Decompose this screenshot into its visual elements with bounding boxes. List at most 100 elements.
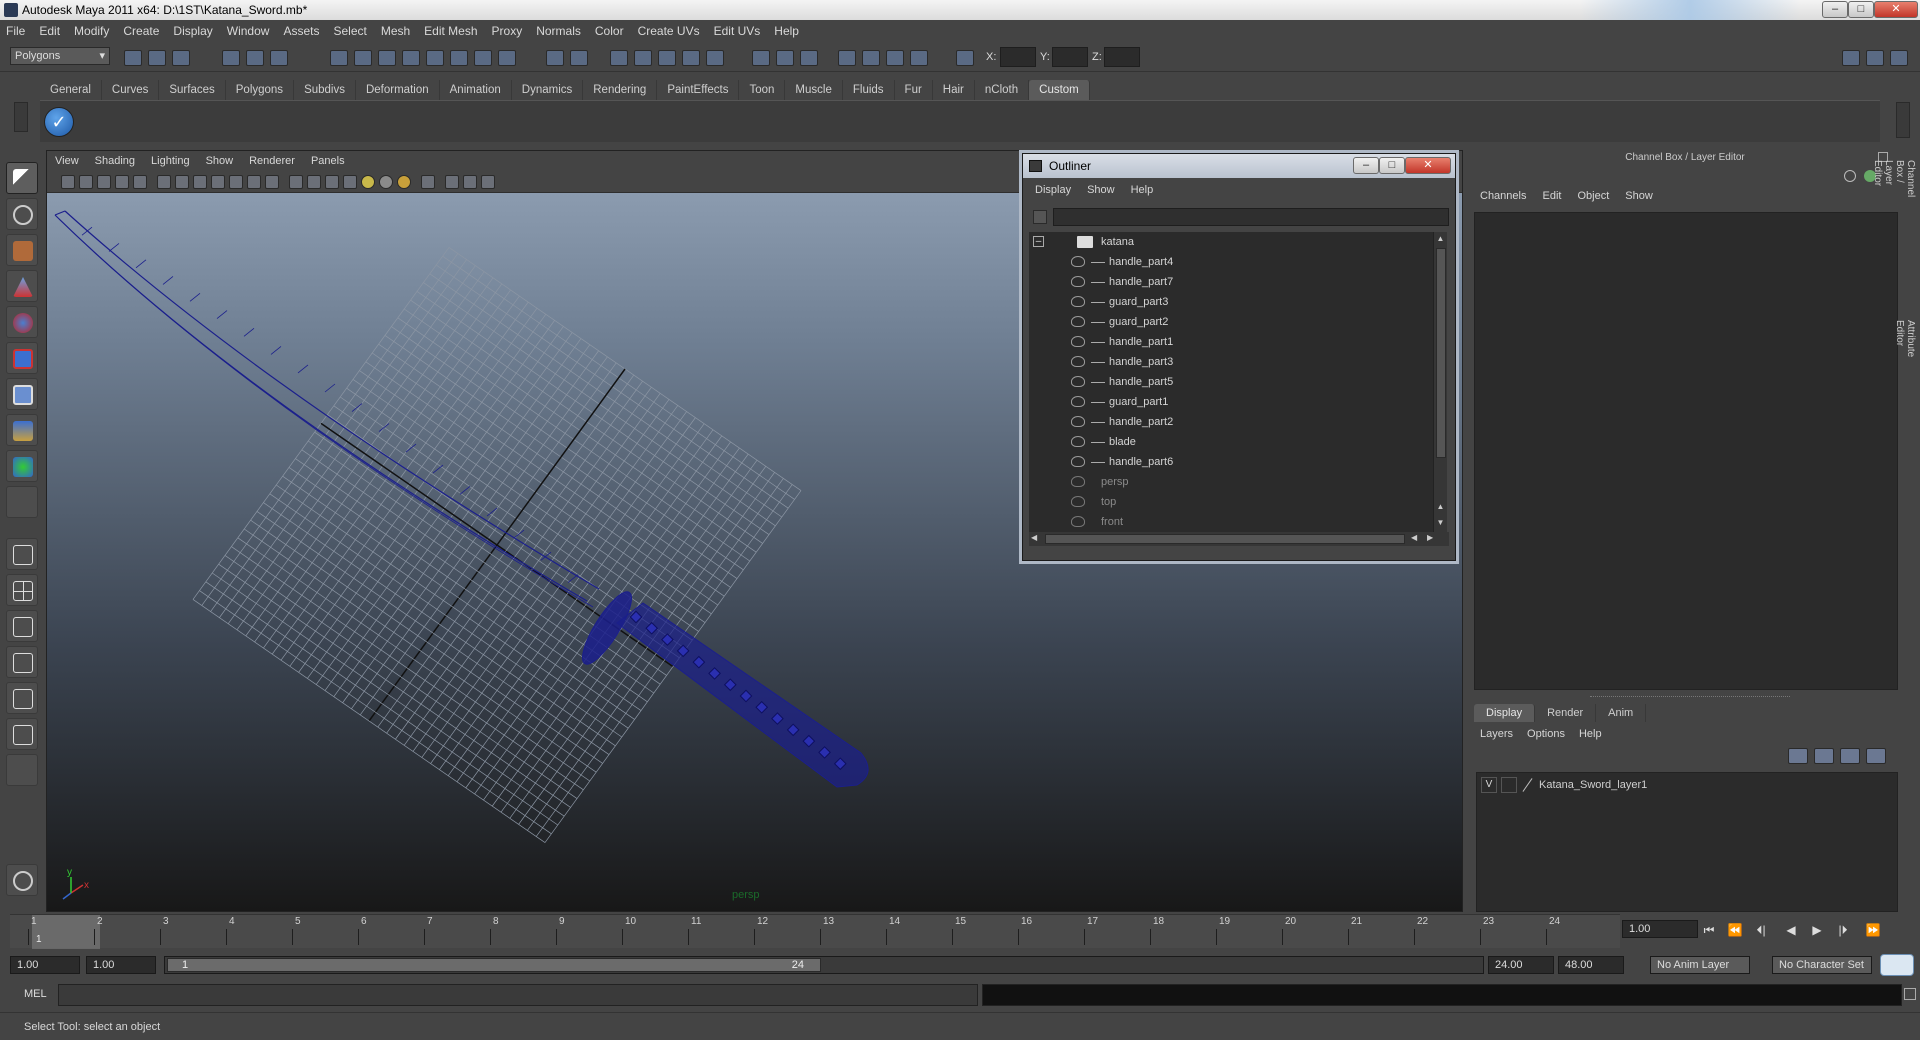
side-tab-attribute-editor[interactable]: Attribute Editor <box>1894 320 1916 357</box>
snap-grid-icon[interactable] <box>330 50 348 66</box>
shelf-tab-curves[interactable]: Curves <box>102 80 160 100</box>
shelf-scroll-icon[interactable] <box>1896 102 1910 138</box>
wireframe-on-shaded-icon[interactable] <box>325 175 339 189</box>
speed-icon[interactable] <box>1844 170 1856 182</box>
shelf-tab-general[interactable]: General <box>40 80 102 100</box>
snap-point-icon[interactable] <box>378 50 396 66</box>
layer-tab-render[interactable]: Render <box>1535 704 1597 722</box>
scale-tool[interactable] <box>6 342 38 374</box>
new-empty-layer-icon[interactable] <box>1840 748 1860 764</box>
menu-color[interactable]: Color <box>595 24 624 38</box>
show-manipulator-tool[interactable] <box>6 450 38 482</box>
character-set-dropdown[interactable]: No Character Set <box>1772 956 1872 974</box>
select-hierarchy-icon[interactable] <box>222 50 240 66</box>
last-tool[interactable] <box>6 486 38 518</box>
range-thumb[interactable]: 1 24 <box>167 958 821 972</box>
channel-box-area[interactable] <box>1474 212 1898 690</box>
outliner-horizontal-scrollbar[interactable]: ◀ ◀ ▶ <box>1029 532 1449 546</box>
range-track[interactable]: 1 24 <box>164 956 1484 974</box>
show-tool-settings-icon[interactable] <box>776 50 794 66</box>
shelf-tab-hair[interactable]: Hair <box>933 80 975 100</box>
maximize-button[interactable]: □ <box>1848 1 1874 18</box>
outliner-row-handle-part3[interactable]: handle_part3 <box>1029 352 1439 372</box>
outliner-row-handle-part7[interactable]: handle_part7 <box>1029 272 1439 292</box>
filter-icon[interactable] <box>1033 210 1047 224</box>
command-language-label[interactable]: MEL <box>24 988 47 1000</box>
time-slider[interactable]: 1 1 2 3 4 5 6 7 8 9 10 11 12 13 14 15 16 17 18 19 20 21 22 23 2… <box>10 914 1620 949</box>
menu-normals[interactable]: Normals <box>536 24 581 38</box>
bookmarks-icon[interactable] <box>97 175 111 189</box>
outliner-menu-show[interactable]: Show <box>1087 184 1115 202</box>
menu-assets[interactable]: Assets <box>283 24 319 38</box>
construction-history-icon[interactable] <box>474 50 492 66</box>
toolbox-collapse-icon[interactable] <box>6 864 38 896</box>
current-time-field[interactable]: 1.00 <box>1622 920 1698 938</box>
script-editor-icon[interactable] <box>1904 988 1916 1000</box>
scroll-up-icon[interactable]: ▲ <box>1435 234 1446 244</box>
play-forwards-button[interactable]: ▶ <box>1808 922 1826 938</box>
select-tool[interactable] <box>6 162 38 194</box>
menu-create[interactable]: Create <box>123 24 159 38</box>
h-scroll-thumb[interactable] <box>1045 534 1405 544</box>
isolate-select-icon[interactable] <box>421 175 435 189</box>
menu-select[interactable]: Select <box>333 24 366 38</box>
layer-row[interactable]: V Katana_Sword_layer1 <box>1481 777 1647 793</box>
layer-tab-anim[interactable]: Anim <box>1596 704 1647 722</box>
camera-attributes-icon[interactable] <box>79 175 93 189</box>
outliner-row-camera-top[interactable]: top <box>1029 492 1439 512</box>
persp-outliner-layout-icon[interactable] <box>6 610 38 642</box>
safe-action-icon[interactable] <box>247 175 261 189</box>
render-view-icon[interactable] <box>706 50 724 66</box>
image-plane-icon[interactable] <box>115 175 129 189</box>
scroll-left-icon[interactable]: ◀ <box>1031 533 1037 542</box>
viewport-menu-renderer[interactable]: Renderer <box>249 155 295 167</box>
gate-mask-icon[interactable] <box>211 175 225 189</box>
menu-file[interactable]: File <box>6 24 25 38</box>
graph-layout-icon[interactable] <box>886 50 904 66</box>
show-channel-box-icon[interactable] <box>800 50 818 66</box>
outliner-row-guard-part3[interactable]: guard_part3 <box>1029 292 1439 312</box>
outliner-row-handle-part5[interactable]: handle_part5 <box>1029 372 1439 392</box>
outliner-close-button[interactable]: ✕ <box>1405 157 1451 174</box>
shelf-tab-muscle[interactable]: Muscle <box>785 80 843 100</box>
go-to-start-button[interactable]: ⏮ <box>1700 922 1718 938</box>
persp-graph-hypergraph-layout-icon[interactable] <box>6 718 38 750</box>
soft-modification-tool[interactable] <box>6 414 38 446</box>
ipr-render-icon[interactable] <box>634 50 652 66</box>
shelf-tab-animation[interactable]: Animation <box>440 80 512 100</box>
hypershade-persp-layout-icon[interactable] <box>6 682 38 714</box>
outliner-row-camera-front[interactable]: front <box>1029 512 1439 532</box>
textured-icon[interactable] <box>343 175 357 189</box>
menu-set-dropdown[interactable]: Polygons <box>10 47 110 65</box>
save-scene-icon[interactable] <box>172 50 190 66</box>
outliner-row-blade[interactable]: blade <box>1029 432 1439 452</box>
playback-end-field[interactable]: 24.00 <box>1488 956 1554 974</box>
outliner-vertical-scrollbar[interactable]: ▲ ▲ ▼ <box>1433 232 1447 532</box>
menu-edit-mesh[interactable]: Edit Mesh <box>424 24 477 38</box>
universal-manipulator-tool[interactable] <box>6 378 38 410</box>
layer-name[interactable]: Katana_Sword_layer1 <box>1539 779 1647 791</box>
shelf-tab-fluids[interactable]: Fluids <box>843 80 895 100</box>
move-layer-down-icon[interactable] <box>1814 748 1834 764</box>
viewport-menu-shading[interactable]: Shading <box>95 155 135 167</box>
outliner-row-handle-part1[interactable]: handle_part1 <box>1029 332 1439 352</box>
outliner-menu-help[interactable]: Help <box>1131 184 1154 202</box>
current-frame-indicator[interactable] <box>32 915 100 949</box>
outliner-minimize-button[interactable]: – <box>1353 157 1379 174</box>
layer-color-icon[interactable] <box>1521 778 1535 792</box>
help-icon[interactable] <box>498 50 516 66</box>
menu-mesh[interactable]: Mesh <box>381 24 410 38</box>
outliner-row-guard-part1[interactable]: guard_part1 <box>1029 392 1439 412</box>
scroll-left-icon-2[interactable]: ◀ <box>1411 533 1417 542</box>
resolution-gate-icon[interactable] <box>193 175 207 189</box>
render-settings-icon[interactable] <box>658 50 676 66</box>
viewport-menu-view[interactable]: View <box>55 155 79 167</box>
snap-curve-icon[interactable] <box>354 50 372 66</box>
layer-menu-options[interactable]: Options <box>1527 728 1565 740</box>
shelf-tab-surfaces[interactable]: Surfaces <box>159 80 226 100</box>
lock-icon[interactable] <box>546 50 564 66</box>
outliner-row-handle-part2[interactable]: handle_part2 <box>1029 412 1439 432</box>
panel-splitter[interactable] <box>1590 696 1790 699</box>
all-lights-icon[interactable] <box>397 175 411 189</box>
layer-display-type-toggle[interactable] <box>1501 777 1517 793</box>
